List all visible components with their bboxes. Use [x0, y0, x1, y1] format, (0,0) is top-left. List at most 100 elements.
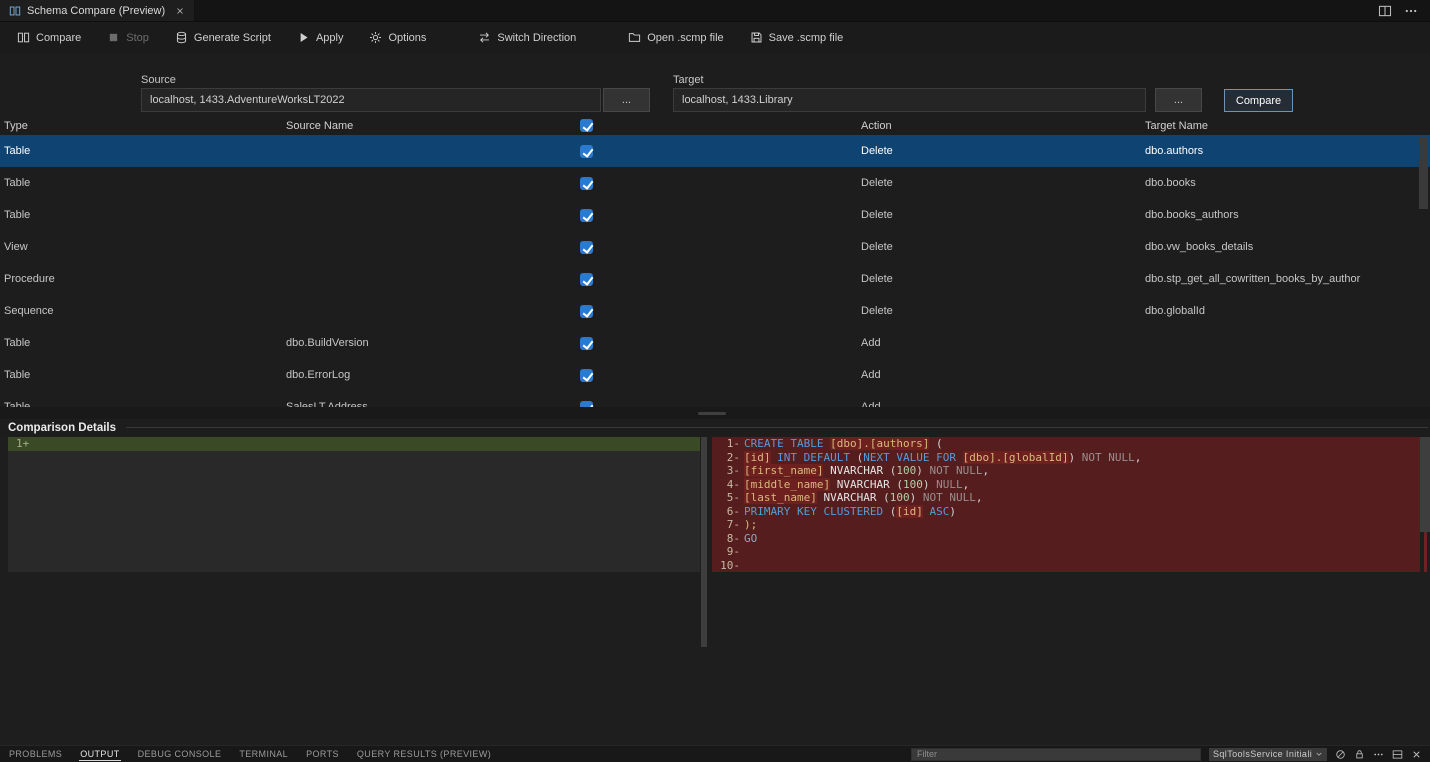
toolbar-button-stop: Stop: [96, 27, 160, 48]
split-panel-icon[interactable]: [1392, 749, 1403, 760]
table-row[interactable]: TableDeletedbo.books_authors: [0, 199, 1430, 231]
split-editor-icon[interactable]: [1378, 4, 1392, 18]
column-header-target-name[interactable]: Target Name: [1145, 116, 1208, 135]
toolbar-button-apply[interactable]: Apply: [286, 27, 355, 48]
toolbar-button-open-scmp-file[interactable]: Open .scmp file: [617, 27, 734, 48]
lock-scroll-icon[interactable]: [1354, 749, 1365, 760]
scrollbar-thumb[interactable]: [1420, 437, 1430, 532]
include-checkbox[interactable]: [580, 145, 593, 158]
panel-tab-problems[interactable]: PROBLEMS: [0, 746, 71, 762]
clear-output-icon[interactable]: [1335, 749, 1346, 760]
diff-line: 6-PRIMARY KEY CLUSTERED ([id] ASC): [712, 505, 1420, 519]
diff-line: 7-);: [712, 518, 1420, 532]
panel-tabs: PROBLEMSOUTPUTDEBUG CONSOLETERMINALPORTS…: [0, 746, 500, 762]
toolbar-button-label: Stop: [126, 32, 149, 44]
left-line-number: 1: [16, 437, 23, 450]
tab-schema-compare[interactable]: Schema Compare (Preview): [0, 0, 195, 21]
close-panel-icon[interactable]: [1411, 749, 1422, 760]
diff-line: 10-: [712, 559, 1420, 573]
include-checkbox[interactable]: [580, 177, 593, 190]
include-checkbox[interactable]: [580, 305, 593, 318]
source-browse-button[interactable]: ...: [603, 88, 650, 112]
cell-target-name: dbo.stp_get_all_cowritten_books_by_autho…: [1145, 263, 1360, 295]
output-filter-input[interactable]: [911, 748, 1201, 761]
cell-target-name: dbo.globalId: [1145, 295, 1205, 327]
toolbar-button-generate-script[interactable]: Generate Script: [164, 27, 282, 48]
source-diff-pane[interactable]: 1+: [8, 437, 700, 745]
line-number: 1-: [712, 437, 740, 451]
source-input[interactable]: [141, 88, 601, 112]
panel-tab-query-results-preview[interactable]: QUERY RESULTS (PREVIEW): [348, 746, 500, 762]
toolbar: Compare Stop Generate Script ApplyOptions Sw…: [0, 22, 1430, 53]
target-label: Target: [673, 74, 704, 86]
table-row[interactable]: TableDeletedbo.books: [0, 167, 1430, 199]
cell-action: Delete: [861, 231, 893, 263]
more-actions-icon[interactable]: [1404, 4, 1418, 18]
panel-actions: SqlToolsService Initializ: [911, 748, 1430, 761]
cell-type: Table: [4, 359, 30, 391]
line-number: 9-: [712, 545, 740, 559]
panel-icon-group: [1335, 749, 1422, 760]
diff-editor: 1+ 1-CREATE TABLE [dbo].[authors] (2-[id…: [0, 437, 1430, 745]
diff-line: 5-[last_name] NVARCHAR (100) NOT NULL,: [712, 491, 1420, 505]
left-pane-scrollbar[interactable]: [700, 437, 709, 745]
toolbar-button-label: Save .scmp file: [769, 32, 844, 44]
bottom-panel-bar: PROBLEMSOUTPUTDEBUG CONSOLETERMINALPORTS…: [0, 745, 1430, 762]
target-input[interactable]: [673, 88, 1146, 112]
panel-tab-debug-console[interactable]: DEBUG CONSOLE: [129, 746, 231, 762]
options-gear-icon: [369, 31, 382, 44]
toolbar-button-label: Generate Script: [194, 32, 271, 44]
cell-target-name: dbo.vw_books_details: [1145, 231, 1253, 263]
cell-type: Sequence: [4, 295, 54, 327]
cell-type: Table: [4, 199, 30, 231]
toolbar-button-save-scmp-file[interactable]: Save .scmp file: [739, 27, 855, 48]
close-icon[interactable]: [175, 6, 185, 16]
comparison-results-table: Type Source Name Action Target Name Tabl…: [0, 116, 1430, 407]
more-actions-icon[interactable]: [1373, 749, 1384, 760]
cell-target-name: dbo.authors: [1145, 135, 1203, 167]
right-editor-lines: 1-CREATE TABLE [dbo].[authors] (2-[id] I…: [712, 437, 1420, 572]
include-checkbox[interactable]: [580, 209, 593, 222]
toolbar-button-options[interactable]: Options: [358, 27, 437, 48]
apply-icon: [297, 31, 310, 44]
line-number: 5-: [712, 491, 740, 505]
table-row[interactable]: ProcedureDeletedbo.stp_get_all_cowritten…: [0, 263, 1430, 295]
table-row[interactable]: SequenceDeletedbo.globalId: [0, 295, 1430, 327]
line-number: 3-: [712, 464, 740, 478]
output-channel-dropdown[interactable]: SqlToolsService Initializ: [1209, 748, 1327, 761]
panel-tab-ports[interactable]: PORTS: [297, 746, 348, 762]
cell-target-name: dbo.books_authors: [1145, 199, 1239, 231]
cell-type: Table: [4, 391, 30, 407]
include-checkbox[interactable]: [580, 273, 593, 286]
include-checkbox[interactable]: [580, 337, 593, 350]
column-header-type[interactable]: Type: [4, 116, 28, 135]
line-number: 7-: [712, 518, 740, 532]
table-row[interactable]: TableDeletedbo.authors: [0, 135, 1430, 167]
scrollbar-thumb[interactable]: [701, 437, 707, 647]
table-scrollbar[interactable]: [1419, 137, 1428, 209]
toolbar-button-compare[interactable]: Compare: [6, 27, 92, 48]
target-diff-pane[interactable]: 1-CREATE TABLE [dbo].[authors] (2-[id] I…: [712, 437, 1420, 745]
header-checkbox[interactable]: [580, 119, 593, 132]
diff-line: 4-[middle_name] NVARCHAR (100) NULL,: [712, 478, 1420, 492]
column-header-source-name[interactable]: Source Name: [286, 116, 353, 135]
table-row[interactable]: ViewDeletedbo.vw_books_details: [0, 231, 1430, 263]
right-pane-scrollbar[interactable]: [1420, 437, 1430, 745]
include-checkbox[interactable]: [580, 241, 593, 254]
panel-tab-output[interactable]: OUTPUT: [71, 746, 128, 762]
toolbar-button-switch-direction[interactable]: Switch Direction: [467, 27, 587, 48]
switch-direction-icon: [478, 31, 491, 44]
table-row[interactable]: Tabledbo.BuildVersionAdd: [0, 327, 1430, 359]
connection-bar: Source ... Target ... Compare: [0, 53, 1430, 116]
column-header-action[interactable]: Action: [861, 116, 892, 135]
compare-action-button[interactable]: Compare: [1224, 89, 1293, 112]
horizontal-splitter[interactable]: [0, 407, 1430, 419]
editor-tab-bar: Schema Compare (Preview): [0, 0, 1430, 22]
line-number: 4-: [712, 478, 740, 492]
include-checkbox[interactable]: [580, 369, 593, 382]
table-row[interactable]: TableSalesLT.AddressAdd: [0, 391, 1430, 407]
panel-tab-terminal[interactable]: TERMINAL: [230, 746, 297, 762]
target-browse-button[interactable]: ...: [1155, 88, 1202, 112]
cell-action: Delete: [861, 167, 893, 199]
table-row[interactable]: Tabledbo.ErrorLogAdd: [0, 359, 1430, 391]
